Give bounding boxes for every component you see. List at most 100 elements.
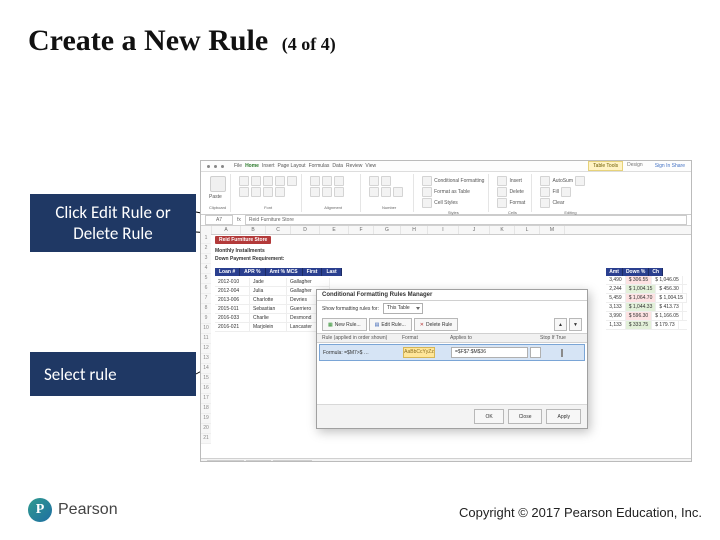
font-btn[interactable] bbox=[251, 176, 261, 186]
font-btn[interactable] bbox=[239, 187, 249, 197]
clear-btn[interactable] bbox=[540, 198, 550, 208]
tab-file[interactable]: File bbox=[234, 163, 242, 169]
ribbon-clipboard: Paste Clipboard bbox=[205, 174, 231, 212]
pearson-brand-name: Pearson bbox=[58, 501, 118, 519]
rule-desc: Formula: =$M7>$ … bbox=[323, 350, 403, 356]
excel-ribbon: Paste Clipboard Font Alignment Number Co… bbox=[201, 172, 691, 215]
tab-pagelayout[interactable]: Page Layout bbox=[277, 163, 305, 169]
delete-btn[interactable] bbox=[497, 187, 507, 197]
delete-icon: ✕ bbox=[420, 322, 424, 328]
group-label: Clipboard bbox=[209, 204, 226, 210]
font-btn[interactable] bbox=[275, 187, 285, 197]
formula-box[interactable]: Reid Furniture Store bbox=[245, 215, 687, 225]
ribbon-cells: Insert Delete Format Cells bbox=[493, 174, 532, 212]
sheet-tab[interactable]: March Data bbox=[207, 460, 244, 463]
move-down-button[interactable]: ▼ bbox=[569, 318, 582, 331]
format-btn[interactable] bbox=[497, 198, 507, 208]
ribbon-tabs: File Home Insert Page Layout Formulas Da… bbox=[234, 163, 376, 169]
tab-formulas[interactable]: Formulas bbox=[309, 163, 330, 169]
copyright: Copyright © 2017 Pearson Education, Inc. bbox=[459, 505, 702, 520]
right-table-headers: AmtDown %Ch bbox=[606, 268, 687, 276]
align-btn[interactable] bbox=[310, 187, 320, 197]
num-btn[interactable] bbox=[369, 187, 379, 197]
tab-data[interactable]: Data bbox=[332, 163, 343, 169]
context-tab-design[interactable]: Design bbox=[623, 161, 647, 171]
paste-icon[interactable] bbox=[210, 176, 226, 192]
align-btn[interactable] bbox=[334, 176, 344, 186]
find-btn[interactable] bbox=[561, 187, 571, 197]
name-box[interactable]: A7 bbox=[205, 215, 233, 225]
num-btn[interactable] bbox=[393, 187, 403, 197]
sheet-tab[interactable]: Sales Range bbox=[273, 460, 312, 463]
fill-btn[interactable] bbox=[540, 187, 550, 197]
font-btn[interactable] bbox=[263, 176, 273, 186]
tab-home[interactable]: Home bbox=[245, 163, 259, 169]
font-btn[interactable] bbox=[275, 176, 285, 186]
align-btn[interactable] bbox=[322, 176, 332, 186]
num-btn[interactable] bbox=[381, 176, 391, 186]
rule-list-header: Rule (applied in order shown) Format App… bbox=[317, 333, 587, 343]
ribbon-styles: Conditional Formatting Format as Table C… bbox=[418, 174, 489, 212]
font-btn[interactable] bbox=[239, 176, 249, 186]
col-format: Format bbox=[402, 335, 450, 341]
worksheet[interactable]: ABC DEF GHI JKL M 1234567891011121314151… bbox=[201, 226, 691, 458]
context-tabs: Table Tools Design bbox=[588, 161, 647, 171]
align-btn[interactable] bbox=[322, 187, 332, 197]
tab-view[interactable]: View bbox=[365, 163, 376, 169]
edit-rule-label: Edit Rule... bbox=[381, 322, 405, 328]
rule-row-selected[interactable]: Formula: =$M7>$ … AaBbCcYyZz =$F$7:$M$36 bbox=[319, 344, 585, 361]
applies-to-input[interactable]: =$F$7:$M$36 bbox=[451, 347, 528, 358]
signin-share[interactable]: Sign In Share bbox=[655, 163, 685, 169]
range-picker-icon[interactable] bbox=[530, 347, 541, 358]
autosum-btn[interactable] bbox=[540, 176, 550, 186]
move-up-button[interactable]: ▲ bbox=[554, 318, 567, 331]
col-applies: Applies to bbox=[450, 335, 540, 341]
callout-edit-delete: Click Edit Rule or Delete Rule bbox=[30, 194, 196, 252]
apply-button[interactable]: Apply bbox=[546, 409, 581, 424]
dialog-title: Conditional Formatting Rules Manager bbox=[317, 290, 587, 301]
num-btn[interactable] bbox=[381, 187, 391, 197]
delete-rule-button[interactable]: ✕ Delete Rule bbox=[414, 318, 458, 331]
font-btn[interactable] bbox=[287, 176, 297, 186]
left-table-rows: 2012-010JadeGallagher2012-004JuliaGallag… bbox=[215, 278, 330, 332]
tab-insert[interactable]: Insert bbox=[262, 163, 275, 169]
ok-button[interactable]: OK bbox=[474, 409, 503, 424]
edit-rule-button[interactable]: ▤ Edit Rule... bbox=[369, 318, 412, 331]
insert-btn[interactable] bbox=[497, 176, 507, 186]
insert-label: Insert bbox=[509, 178, 522, 184]
sort-btn[interactable] bbox=[575, 176, 585, 186]
tab-review[interactable]: Review bbox=[346, 163, 362, 169]
callout-select-rule: Select rule bbox=[30, 352, 196, 396]
show-for-select[interactable]: This Table bbox=[383, 303, 423, 314]
qat-icon bbox=[214, 165, 217, 168]
formula-bar: A7 fx Reid Furniture Store bbox=[201, 215, 691, 226]
fx-icon[interactable]: fx bbox=[237, 217, 241, 223]
format-label: Format bbox=[509, 200, 525, 206]
cell-styles-label: Cell Styles bbox=[434, 200, 458, 206]
cond-format-label: Conditional Formatting bbox=[434, 178, 484, 184]
sheet-tabs: March Data Report Sales Range bbox=[207, 460, 312, 463]
paste-label: Paste bbox=[209, 194, 226, 200]
font-btn[interactable] bbox=[251, 187, 261, 197]
font-btn[interactable] bbox=[263, 187, 273, 197]
close-button[interactable]: Close bbox=[508, 409, 543, 424]
ribbon-font: Font bbox=[235, 174, 302, 212]
context-tab-group: Table Tools bbox=[588, 161, 623, 171]
align-btn[interactable] bbox=[334, 187, 344, 197]
ribbon-alignment: Alignment bbox=[306, 174, 361, 212]
num-btn[interactable] bbox=[369, 176, 379, 186]
qat-icon bbox=[221, 165, 224, 168]
align-btn[interactable] bbox=[310, 176, 320, 186]
row-headers: 123456789101112131415161718192021 bbox=[201, 234, 211, 444]
sheet-tab[interactable]: Report bbox=[246, 460, 271, 463]
group-label: Alignment bbox=[310, 204, 356, 210]
cell-styles-btn[interactable] bbox=[422, 198, 432, 208]
format-table-btn[interactable] bbox=[422, 187, 432, 197]
new-rule-button[interactable]: ▦ New Rule... bbox=[322, 318, 367, 331]
stop-checkbox[interactable] bbox=[561, 349, 563, 357]
pearson-brand: Pearson bbox=[28, 498, 118, 522]
autosum-label: AutoSum bbox=[552, 178, 573, 184]
title-text: Create a New Rule bbox=[28, 24, 268, 57]
cond-format-rules-manager: Conditional Formatting Rules Manager Sho… bbox=[316, 289, 588, 429]
cond-format-btn[interactable] bbox=[422, 176, 432, 186]
